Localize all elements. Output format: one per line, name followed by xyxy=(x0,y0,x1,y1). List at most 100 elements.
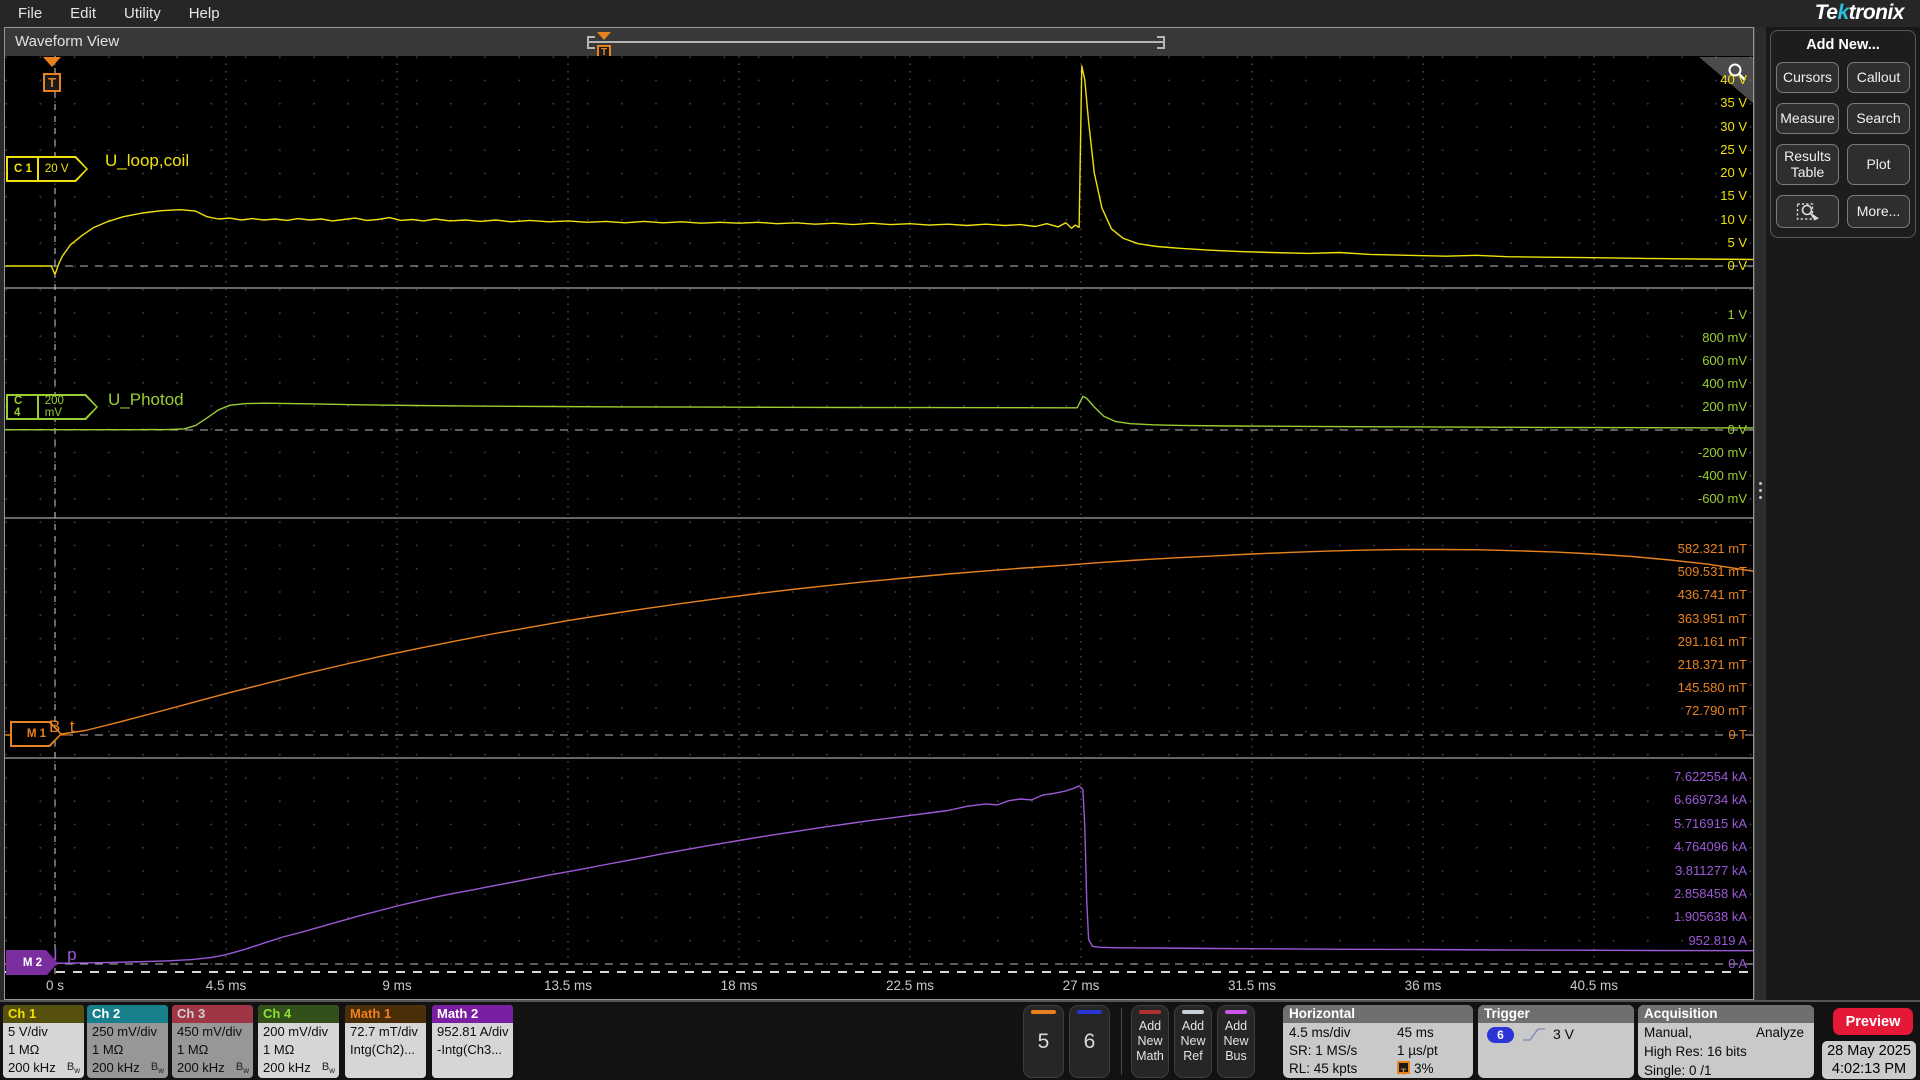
ch1-badge-scale: 20 V xyxy=(44,163,69,175)
more-button[interactable]: More... xyxy=(1847,195,1910,228)
waveform-view: Waveform View T T C 1 20 V U_loop,coil C… xyxy=(4,27,1754,1000)
badge-math2-name: Math 2 xyxy=(432,1005,513,1023)
ch4-scale: 200 mV/div xyxy=(263,1024,329,1039)
bandwidth-limit-icon: Bw xyxy=(150,1060,164,1075)
search-button[interactable]: Search xyxy=(1847,103,1910,134)
badge-ch2-name: Ch 2 xyxy=(87,1005,168,1023)
acq-single: Single: 0 /1 xyxy=(1644,1063,1712,1078)
badge-ch2[interactable]: Ch 2 250 mV/div 1 MΩ 200 kHz Bw xyxy=(87,1005,168,1078)
axis-label-ch4: 0 V xyxy=(1727,422,1747,437)
trigger-title: Trigger xyxy=(1478,1005,1634,1023)
time-tick-label: 31.5 ms xyxy=(1227,978,1277,993)
preview-button[interactable]: Preview xyxy=(1833,1008,1913,1035)
right-sidebar: Add New... Cursors Callout Measure Searc… xyxy=(1766,27,1920,1000)
add-new-math-button[interactable]: Add New Math xyxy=(1131,1005,1169,1078)
waveview-5-button[interactable]: 5 xyxy=(1023,1005,1064,1078)
axis-label-ch1: 0 V xyxy=(1727,258,1747,273)
measure-button[interactable]: Measure xyxy=(1776,103,1839,134)
badge-ch1[interactable]: Ch 1 5 V/div 1 MΩ 200 kHz Bw xyxy=(3,1005,84,1078)
menu-edit[interactable]: Edit xyxy=(70,5,96,22)
horizontal-scale: 4.5 ms/div xyxy=(1289,1025,1351,1040)
time-tick-label: 36 ms xyxy=(1404,978,1442,993)
acquisition-panel[interactable]: Acquisition Manual, Analyze High Res: 16… xyxy=(1638,1005,1814,1078)
badge-math1[interactable]: Math 1 72.7 mT/div Intg(Ch2)... xyxy=(345,1005,426,1078)
axis-label-ch1: 25 V xyxy=(1720,141,1747,157)
rising-edge-icon xyxy=(1523,1027,1545,1041)
add-new-title: Add New... xyxy=(1806,37,1880,53)
splitter-grip-icon[interactable] xyxy=(1759,482,1762,499)
add-bus-label: Add New Bus xyxy=(1223,1019,1249,1063)
ch4-badge-scale: 200 mV xyxy=(44,395,64,419)
trigger-mini-icon: T xyxy=(1397,1061,1410,1077)
badge-math1-name: Math 1 xyxy=(345,1005,426,1023)
menu-help[interactable]: Help xyxy=(189,5,220,22)
bandwidth-limit-icon: Bw xyxy=(235,1060,249,1075)
add-math-label: Add New Math xyxy=(1136,1019,1164,1063)
badge-ch3[interactable]: Ch 3 450 mV/div 1 MΩ 200 kHz Bw xyxy=(172,1005,253,1078)
math1-source: Intg(Ch2)... xyxy=(350,1042,416,1057)
acq-analyze: Analyze xyxy=(1755,1025,1804,1040)
ch1-badge-id: C 1 xyxy=(14,163,32,175)
menu-utility[interactable]: Utility xyxy=(124,5,161,22)
time-tick-label: 13.5 ms xyxy=(543,978,593,993)
waveform-plot-area[interactable]: T C 1 20 V U_loop,coil C 4 200 mV U_Phot… xyxy=(5,56,1753,975)
ch4-impedance: 1 MΩ xyxy=(263,1042,295,1057)
waveform-view-title: Waveform View xyxy=(15,33,120,50)
acquisition-preview-bar[interactable]: T xyxy=(587,32,1165,60)
math2-scale: 952.81 A/div xyxy=(437,1024,509,1039)
axis-label-math1: 291.161 mT xyxy=(1677,633,1747,649)
trigger-position-pct: T 3% xyxy=(1397,1060,1467,1078)
acquisition-title: Acquisition xyxy=(1638,1005,1814,1023)
plot-button[interactable]: Plot xyxy=(1847,144,1910,185)
time: 4:02:13 PM xyxy=(1831,1061,1907,1077)
results-table-button[interactable]: Results Table xyxy=(1776,144,1839,185)
axis-label-math1: 509.531 mT xyxy=(1677,564,1747,580)
horizontal-panel[interactable]: Horizontal 4.5 ms/div 45 ms SR: 1 MS/s 1… xyxy=(1283,1005,1473,1078)
axis-label-math2: 0 A xyxy=(1728,956,1747,972)
axis-label-math1: 436.741 mT xyxy=(1677,587,1747,603)
axis-label-math2: 952.819 A xyxy=(1688,932,1747,948)
waveform-view-titlebar: Waveform View T xyxy=(5,28,1753,60)
bottom-bar: Ch 1 5 V/div 1 MΩ 200 kHz Bw Ch 2 250 mV… xyxy=(0,1000,1920,1080)
channel-badge-ch1[interactable]: C 1 20 V xyxy=(6,156,88,182)
ch1-scale: 5 V/div xyxy=(8,1024,48,1039)
ch4-trace-label: U_Photod xyxy=(108,390,184,409)
channel-badge-ch4[interactable]: C 4 200 mV xyxy=(6,394,98,420)
callout-button[interactable]: Callout xyxy=(1847,62,1910,93)
time-axis: 0 s 4.5 ms 9 ms 13.5 ms 18 ms 22.5 ms 27 ms 31.… xyxy=(5,975,1753,998)
menu-file[interactable]: File xyxy=(18,5,42,22)
trigger-panel[interactable]: Trigger 6 3 V xyxy=(1478,1005,1634,1078)
add-new-ref-button[interactable]: Add New Ref xyxy=(1174,1005,1212,1078)
add-new-bus-button[interactable]: Add New Bus xyxy=(1217,1005,1255,1078)
waveview-6-button[interactable]: 6 xyxy=(1069,1005,1110,1078)
zoom-select-button[interactable] xyxy=(1776,195,1839,228)
trigger-flag-icon[interactable]: T xyxy=(43,57,63,92)
axis-label-ch1: 30 V xyxy=(1720,118,1747,134)
badge-ch4[interactable]: Ch 4 200 mV/div 1 MΩ 200 kHz Bw xyxy=(258,1005,339,1078)
axis-label-ch4: -600 mV xyxy=(1697,491,1747,506)
time-tick-label: 0 s xyxy=(45,978,65,993)
math1-scale: 72.7 mT/div xyxy=(350,1024,418,1039)
axis-label-math1: 218.371 mT xyxy=(1677,657,1747,672)
axis-label-ch4: 400 mV xyxy=(1702,376,1747,391)
acq-highres: High Res: 16 bits xyxy=(1644,1044,1747,1059)
math1-trace-label: B_t xyxy=(49,717,75,736)
math2-source: -Intg(Ch3... xyxy=(437,1042,503,1057)
channel-badge-math2[interactable]: M 2 xyxy=(6,950,58,975)
axis-label-math2: 5.716915 kA xyxy=(1673,815,1747,831)
axis-label-math1: 582.321 mT xyxy=(1677,541,1747,556)
bandwidth-limit-icon: Bw xyxy=(321,1060,335,1075)
record-length: RL: 45 kpts xyxy=(1289,1061,1358,1076)
axis-label-ch1: 40 V xyxy=(1720,72,1747,87)
cursors-button[interactable]: Cursors xyxy=(1776,62,1839,93)
horizontal-title: Horizontal xyxy=(1283,1005,1473,1023)
math1-badge-id: M 1 xyxy=(26,728,47,740)
badge-math2[interactable]: Math 2 952.81 A/div -Intg(Ch3... xyxy=(432,1005,513,1078)
axis-label-ch4: 200 mV xyxy=(1702,399,1747,414)
date: 28 May 2025 xyxy=(1827,1043,1911,1059)
axis-label-math1: 145.580 mT xyxy=(1677,680,1747,696)
panel-splitter[interactable] xyxy=(1754,27,1766,1000)
axis-label-ch4: 600 mV xyxy=(1702,353,1747,368)
waveview-5-label: 5 xyxy=(1037,1029,1050,1053)
math2-badge-id: M 2 xyxy=(22,957,43,969)
